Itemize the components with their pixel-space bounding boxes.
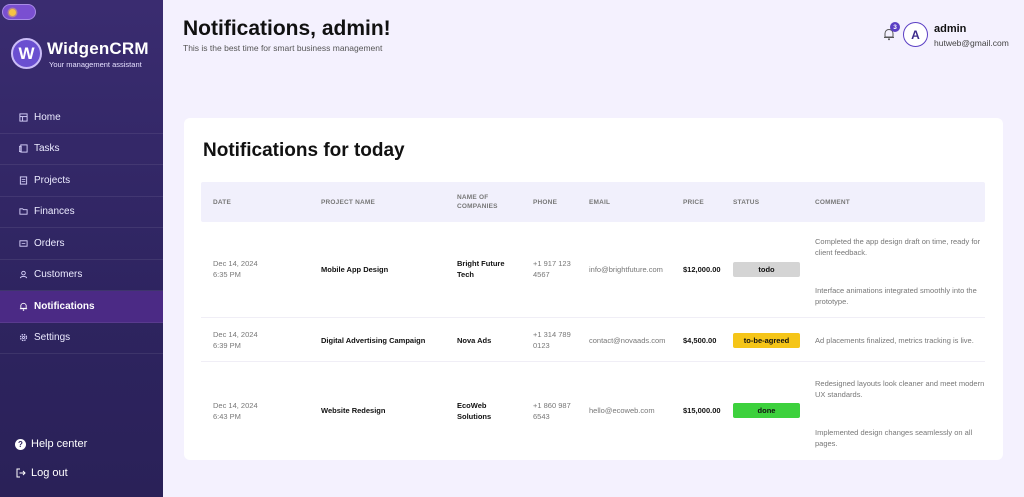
user-name: admin (934, 23, 967, 35)
home-icon (18, 112, 28, 122)
finances-icon (18, 207, 28, 217)
column-header-project: PROJECT NAME (321, 198, 376, 206)
sidebar-item-label: Orders (34, 237, 65, 249)
orders-icon (18, 238, 28, 248)
logout-icon (15, 468, 26, 479)
sidebar-item-finances[interactable]: Finances (0, 197, 163, 228)
column-header-price: PRICE (683, 198, 704, 206)
status-badge[interactable]: to-be-agreed (733, 333, 800, 348)
row-email[interactable]: info@brightfuture.com (589, 264, 663, 275)
row-phone: +1 860 987 6543 (533, 401, 571, 421)
sidebar-item-label: Projects (34, 174, 71, 186)
column-header-comment: COMMENT (815, 198, 850, 206)
status-badge[interactable]: done (733, 403, 800, 418)
column-header-companies: NAME OF COMPANIES (457, 194, 498, 210)
sidebar-item-label: Customers (34, 269, 83, 281)
brand-tagline: Your management assistant (49, 59, 142, 69)
sidebar-item-label: Finances (34, 206, 75, 218)
row-comment: Implemented design changes seamlessly on… (815, 428, 973, 448)
sidebar-item-label: Notifications (34, 300, 95, 312)
page-subtitle: This is the best time for smart business… (183, 43, 383, 53)
gear-icon (18, 333, 28, 343)
column-header-date: DATE (213, 198, 232, 206)
notifications-card: Notifications for today DATE PROJECT NAM… (184, 118, 1003, 460)
sun-icon (7, 7, 18, 18)
page-title: Notifications, admin! (183, 17, 391, 40)
row-phone: +1 314 789 0123 (533, 330, 571, 350)
row-date: Dec 14, 2024 (213, 401, 258, 410)
row-phone: +1 917 123 4567 (533, 259, 571, 279)
row-time: 6:39 PM (213, 341, 241, 350)
sidebar-item-projects[interactable]: Projects (0, 165, 163, 197)
sidebar-item-label: Tasks (34, 143, 60, 155)
row-company: Bright Future Tech (457, 259, 505, 279)
theme-toggle[interactable] (2, 4, 36, 20)
status-badge[interactable]: todo (733, 262, 800, 277)
brand-name: WidgenCRM (47, 38, 149, 58)
help-center-link[interactable]: ? Help center (15, 438, 87, 450)
table-row[interactable]: Dec 14, 2024 6:43 PM Website Redesign Ec… (201, 362, 985, 454)
row-project: Website Redesign (321, 406, 386, 415)
row-time: 6:43 PM (213, 412, 241, 421)
row-project: Digital Advertising Campaign (321, 336, 426, 345)
table-header: DATE PROJECT NAME NAME OF COMPANIES PHON… (201, 182, 985, 222)
logout-label: Log out (31, 467, 68, 479)
row-comment: Redesigned layouts look cleaner and meet… (815, 379, 985, 399)
row-price: $12,000.00 (683, 265, 721, 274)
row-email[interactable]: hello@ecoweb.com (589, 405, 655, 416)
row-comment: Interface animations integrated smoothly… (815, 286, 977, 306)
row-comment: Completed the app design draft on time, … (815, 237, 981, 257)
row-price: $15,000.00 (683, 406, 721, 415)
row-time: 6:35 PM (213, 270, 241, 279)
sidebar-item-notifications[interactable]: Notifications (0, 291, 163, 323)
sidebar: W WidgenCRM Your management assistant Ho… (0, 0, 163, 497)
sidebar-item-customers[interactable]: Customers (0, 260, 163, 291)
sidebar-item-settings[interactable]: Settings (0, 323, 163, 354)
column-header-email: EMAIL (589, 198, 611, 206)
column-header-phone: PHONE (533, 198, 558, 206)
notifications-bell-button[interactable]: 3 (882, 22, 900, 41)
row-company: Nova Ads (457, 336, 492, 345)
brand-logo: W (11, 38, 42, 69)
projects-icon (18, 175, 28, 185)
sidebar-item-label: Home (34, 111, 61, 123)
table-row[interactable]: Dec 14, 2024 6:35 PM Mobile App Design B… (201, 222, 985, 318)
notification-count-badge: 3 (890, 22, 900, 32)
row-price: $4,500.00 (683, 336, 717, 345)
help-icon: ? (15, 438, 26, 450)
brand[interactable]: W WidgenCRM Your management assistant (11, 38, 149, 69)
table-row[interactable]: Dec 14, 2024 6:39 PM Digital Advertising… (201, 318, 985, 362)
row-comment: Ad placements finalized, metrics trackin… (815, 336, 974, 345)
card-title: Notifications for today (203, 140, 405, 161)
customers-icon (18, 270, 28, 280)
sidebar-item-tasks[interactable]: Tasks (0, 134, 163, 165)
sidebar-item-orders[interactable]: Orders (0, 228, 163, 260)
column-header-status: STATUS (733, 198, 760, 206)
user-email: hutweb@gmail.com (934, 38, 1009, 48)
sidebar-nav: Home Tasks Projects Finances Orders Cust… (0, 102, 163, 354)
row-date: Dec 14, 2024 (213, 330, 258, 339)
sidebar-item-label: Settings (34, 332, 71, 344)
row-email[interactable]: contact@novaads.com (589, 335, 665, 346)
row-date: Dec 14, 2024 (213, 259, 258, 268)
sidebar-item-home[interactable]: Home (0, 102, 163, 134)
help-center-label: Help center (31, 438, 88, 450)
bell-icon (18, 301, 28, 311)
avatar[interactable]: A (903, 22, 928, 47)
logout-link[interactable]: Log out (15, 467, 68, 479)
row-company: EcoWeb Solutions (457, 401, 492, 421)
tasks-icon (18, 144, 28, 154)
row-project: Mobile App Design (321, 265, 389, 274)
